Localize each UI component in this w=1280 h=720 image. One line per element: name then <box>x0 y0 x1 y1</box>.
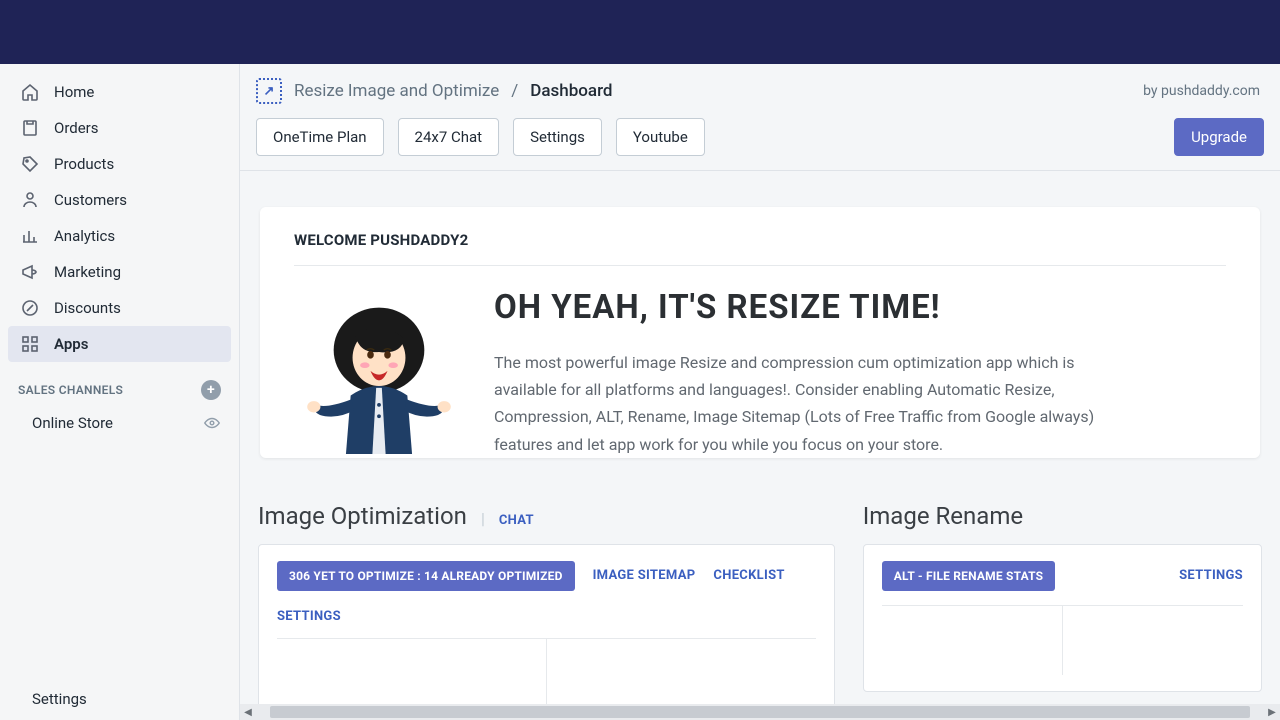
main-content: ↗ Resize Image and Optimize / Dashboard … <box>240 64 1280 720</box>
sidebar-item-apps[interactable]: Apps <box>8 326 231 362</box>
breadcrumb-separator: / <box>511 81 518 101</box>
sales-channels-label: SALES CHANNELS <box>18 383 123 397</box>
sidebar: Home Orders Products Customers Analytics… <box>0 64 240 720</box>
apps-icon <box>20 334 40 354</box>
sidebar-item-customers[interactable]: Customers <box>8 182 231 218</box>
upgrade-button[interactable]: Upgrade <box>1174 118 1264 156</box>
sidebar-item-label: Settings <box>32 690 87 708</box>
sidebar-item-label: Online Store <box>32 414 113 432</box>
megaphone-icon <box>20 262 40 282</box>
rename-body <box>882 605 1243 675</box>
sales-channels-header: SALES CHANNELS + <box>0 362 239 406</box>
preview-icon[interactable] <box>203 414 221 432</box>
sidebar-item-analytics[interactable]: Analytics <box>8 218 231 254</box>
sidebar-item-label: Analytics <box>54 227 115 245</box>
sidebar-item-label: Marketing <box>54 263 121 281</box>
sidebar-item-settings[interactable]: Settings <box>0 677 239 720</box>
home-icon <box>20 82 40 102</box>
settings-button[interactable]: Settings <box>513 118 602 156</box>
sidebar-item-orders[interactable]: Orders <box>8 110 231 146</box>
sidebar-item-marketing[interactable]: Marketing <box>8 254 231 290</box>
horizontal-scrollbar[interactable]: ◀ ▶ <box>240 704 1280 720</box>
welcome-card: WELCOME PUSHDADDY2 <box>260 207 1260 458</box>
breadcrumb: ↗ Resize Image and Optimize / Dashboard … <box>240 64 1280 118</box>
sidebar-item-label: Orders <box>54 119 99 137</box>
sidebar-item-label: Apps <box>54 335 88 353</box>
breadcrumb-page: Dashboard <box>530 81 612 101</box>
optimization-settings-link[interactable]: SETTINGS <box>277 609 341 624</box>
vendor-label: by pushdaddy.com <box>1143 83 1260 99</box>
tag-icon <box>20 154 40 174</box>
scroll-left-icon[interactable]: ◀ <box>240 704 256 720</box>
scrollbar-track[interactable] <box>256 704 1264 720</box>
sidebar-item-products[interactable]: Products <box>8 146 231 182</box>
analytics-icon <box>20 226 40 246</box>
scroll-right-icon[interactable]: ▶ <box>1264 704 1280 720</box>
breadcrumb-app[interactable]: Resize Image and Optimize <box>294 81 499 101</box>
sidebar-item-home[interactable]: Home <box>8 74 231 110</box>
checklist-link[interactable]: CHECKLIST <box>713 568 784 583</box>
image-sitemap-link[interactable]: IMAGE SITEMAP <box>593 568 696 583</box>
section-title-rename: Image Rename <box>863 502 1023 530</box>
add-channel-button[interactable]: + <box>201 380 221 400</box>
section-title-optimization: Image Optimization <box>258 502 467 530</box>
scrollbar-thumb[interactable] <box>270 706 1250 718</box>
chat-button[interactable]: 24x7 Chat <box>398 118 500 156</box>
sidebar-item-online-store[interactable]: Online Store <box>0 406 239 440</box>
youtube-button[interactable]: Youtube <box>616 118 705 156</box>
toolbar: OneTime Plan 24x7 Chat Settings Youtube … <box>240 118 1280 171</box>
sidebar-item-label: Home <box>54 83 94 101</box>
rename-stats-pill[interactable]: ALT - FILE RENAME STATS <box>882 561 1056 591</box>
welcome-body: The most powerful image Resize and compr… <box>494 349 1114 458</box>
sidebar-item-discounts[interactable]: Discounts <box>8 290 231 326</box>
orders-icon <box>20 118 40 138</box>
onetime-plan-button[interactable]: OneTime Plan <box>256 118 384 156</box>
person-icon <box>20 190 40 210</box>
rename-card: ALT - FILE RENAME STATS SETTINGS <box>863 544 1262 692</box>
sidebar-item-label: Discounts <box>54 299 121 317</box>
optimization-card: 306 YET TO OPTIMIZE : 14 ALREADY OPTIMIZ… <box>258 544 835 720</box>
optimization-body <box>277 638 816 708</box>
rename-settings-link[interactable]: SETTINGS <box>1179 568 1243 583</box>
section-divider: | <box>481 509 485 528</box>
welcome-title: OH YEAH, IT'S RESIZE TIME! <box>494 288 1114 327</box>
welcome-avatar <box>294 284 464 454</box>
optimize-stats-pill[interactable]: 306 YET TO OPTIMIZE : 14 ALREADY OPTIMIZ… <box>277 561 575 591</box>
chat-link[interactable]: CHAT <box>499 513 534 528</box>
welcome-heading: WELCOME PUSHDADDY2 <box>294 231 1226 266</box>
sidebar-item-label: Products <box>54 155 114 173</box>
discount-icon <box>20 298 40 318</box>
sidebar-item-label: Customers <box>54 191 127 209</box>
top-bar <box>0 0 1280 64</box>
app-logo-icon: ↗ <box>256 78 282 104</box>
